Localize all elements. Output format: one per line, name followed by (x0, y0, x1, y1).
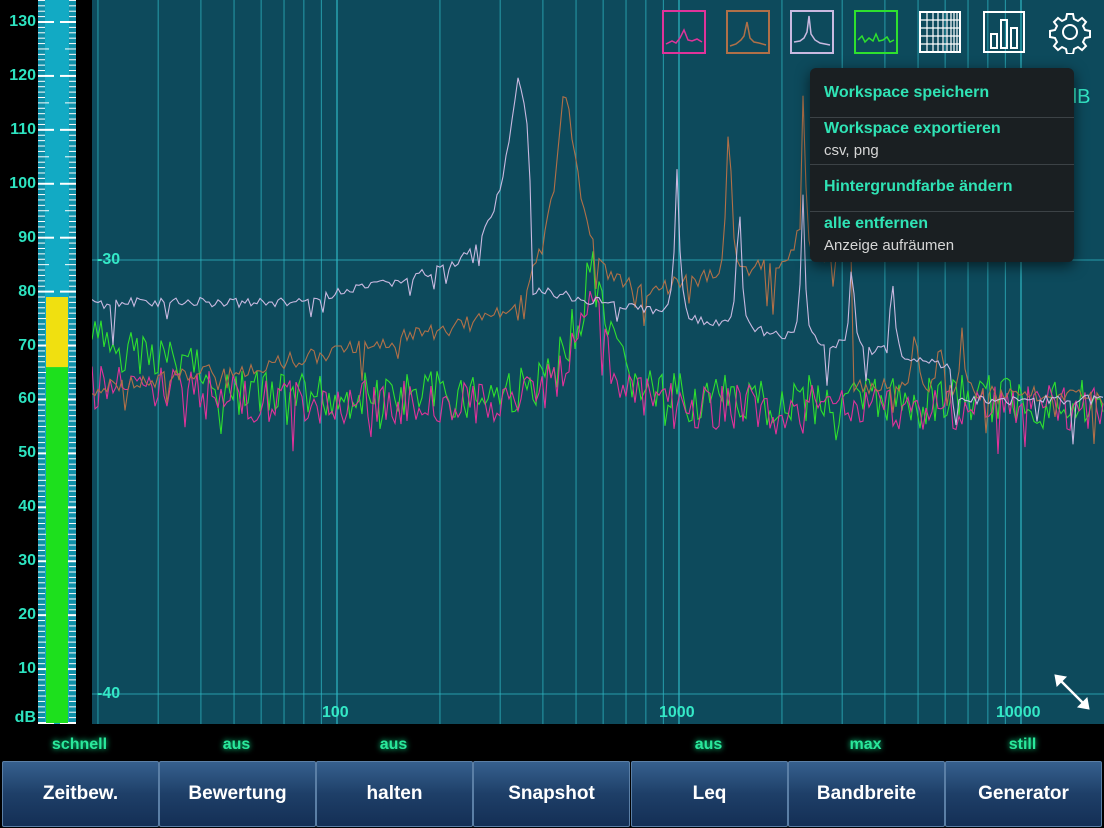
bottom-toolbar: schnell aus aus aus max still Zeitbew. B… (0, 724, 1104, 828)
meter-scale-label: 60 (18, 390, 36, 408)
meter-scale-label: 50 (18, 444, 36, 462)
x-axis-label: 1000 (659, 704, 695, 721)
status-time-weighting: schnell (51, 736, 108, 753)
x-axis-label: 10000 (996, 704, 1041, 721)
menu-item-title: Workspace exportieren (824, 120, 1001, 137)
menu-divider (810, 164, 1074, 165)
hold-button[interactable]: halten (316, 761, 473, 827)
status-generator: still (1008, 736, 1037, 753)
meter-scale-label: 90 (18, 228, 36, 246)
menu-item-title: Hintergrundfarbe ändern (824, 178, 1013, 195)
snapshot-button[interactable]: Snapshot (473, 761, 630, 827)
generator-button[interactable]: Generator (945, 761, 1102, 827)
brown-trace-icon[interactable] (726, 10, 770, 54)
menu-item-title: alle entfernen (824, 215, 929, 232)
meter-scale-label: 20 (18, 606, 36, 624)
meter-scale-label: 10 (18, 660, 36, 678)
menu-item-title: Workspace speichern (824, 84, 990, 101)
meter-scale-label: 80 (18, 282, 36, 300)
x-axis-label: 100 (322, 704, 349, 721)
menu-item-save-workspace[interactable]: Workspace speichern (824, 84, 1074, 102)
menu-item-subtitle: csv, png (824, 142, 879, 159)
menu-divider (810, 117, 1074, 118)
menu-item-export-workspace[interactable]: Workspace exportieren csv, png (824, 120, 1074, 159)
workspace-menu: Workspace speichern Workspace exportiere… (810, 68, 1074, 262)
grid-icon[interactable] (918, 10, 962, 54)
weighting-button[interactable]: Bewertung (159, 761, 316, 827)
status-weighting: aus (222, 736, 251, 753)
leq-button[interactable]: Leq (631, 761, 788, 827)
level-bar-yellow (46, 297, 68, 368)
meter-scale-label: 120 (9, 66, 36, 84)
menu-divider (810, 211, 1074, 212)
menu-item-subtitle: Anzeige aufräumen (824, 237, 955, 254)
level-bar-green (46, 367, 68, 723)
pink-trace-icon[interactable] (662, 10, 706, 54)
level-meter: 130 120 110 100 90 80 70 60 50 40 30 20 10 dB (0, 0, 92, 726)
meter-scale-label: 70 (18, 336, 36, 354)
expand-icon[interactable] (1052, 672, 1092, 712)
meter-scale-label: 100 (9, 174, 36, 192)
menu-item-change-background[interactable]: Hintergrundfarbe ändern (824, 178, 1074, 196)
y-axis-label: -30 (97, 251, 121, 268)
status-leq: aus (694, 736, 723, 753)
meter-scale-label: 110 (10, 120, 36, 138)
status-bandwidth: max (849, 736, 882, 753)
green-trace-icon[interactable] (854, 10, 898, 54)
gear-icon[interactable] (1048, 10, 1092, 55)
meter-scale-label: 130 (9, 13, 36, 30)
bar-chart-icon[interactable] (982, 10, 1026, 54)
time-weighting-button[interactable]: Zeitbew. (2, 761, 159, 827)
menu-item-remove-all[interactable]: alle entfernen Anzeige aufräumen (824, 215, 1074, 254)
meter-scale-label: 40 (18, 498, 36, 516)
y-axis-label: -40 (97, 685, 121, 702)
bandwidth-button[interactable]: Bandbreite (788, 761, 945, 827)
lavender-trace-icon[interactable] (790, 10, 834, 54)
status-hold: aus (379, 736, 408, 753)
meter-scale-label: 30 (18, 552, 36, 570)
